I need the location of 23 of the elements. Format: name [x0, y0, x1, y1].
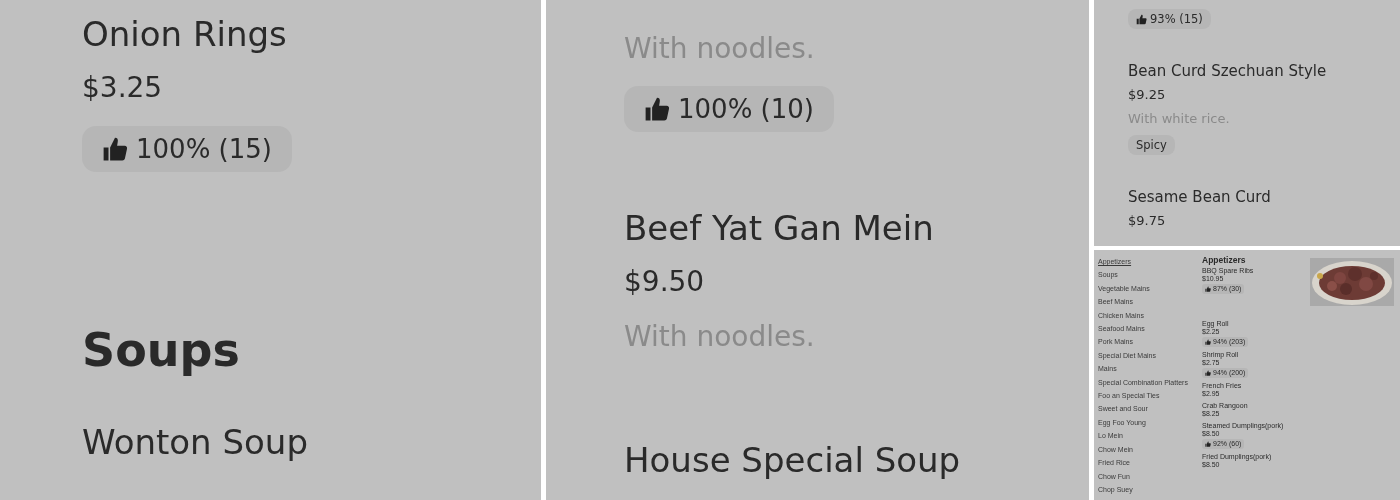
- item-name: Sesame Bean Curd: [1128, 187, 1271, 208]
- section-heading: Appetizers: [1202, 255, 1247, 266]
- item-name: Bean Curd Szechuan Style: [1128, 61, 1327, 82]
- item-price: $3.25: [82, 70, 163, 106]
- item-price: $9.50: [624, 264, 705, 300]
- section-heading: Soups: [82, 322, 241, 379]
- rating-text: 100% (10): [678, 94, 814, 124]
- thumbs-up-icon: [1205, 370, 1211, 376]
- rating-text: 100% (15): [136, 134, 272, 164]
- item-name: Beef Yat Gan Mein: [624, 207, 934, 250]
- thumbs-up-icon: [102, 136, 128, 162]
- item-price: $9.25: [1128, 86, 1166, 104]
- thumbs-up-icon: [1205, 339, 1211, 345]
- item-name: Onion Rings: [82, 13, 287, 56]
- item-name: Wonton Soup: [82, 421, 308, 464]
- thumbs-up-icon: [1205, 441, 1211, 447]
- thumbs-up-icon: [1136, 13, 1147, 25]
- rating-text: 93% (15): [1150, 12, 1203, 26]
- item-price: $9.75: [1128, 212, 1166, 230]
- thumbs-up-icon: [1205, 286, 1211, 292]
- tag-label: Spicy: [1128, 135, 1175, 155]
- item-name: House Special Soup: [624, 439, 961, 482]
- thumbs-up-icon: [644, 96, 670, 122]
